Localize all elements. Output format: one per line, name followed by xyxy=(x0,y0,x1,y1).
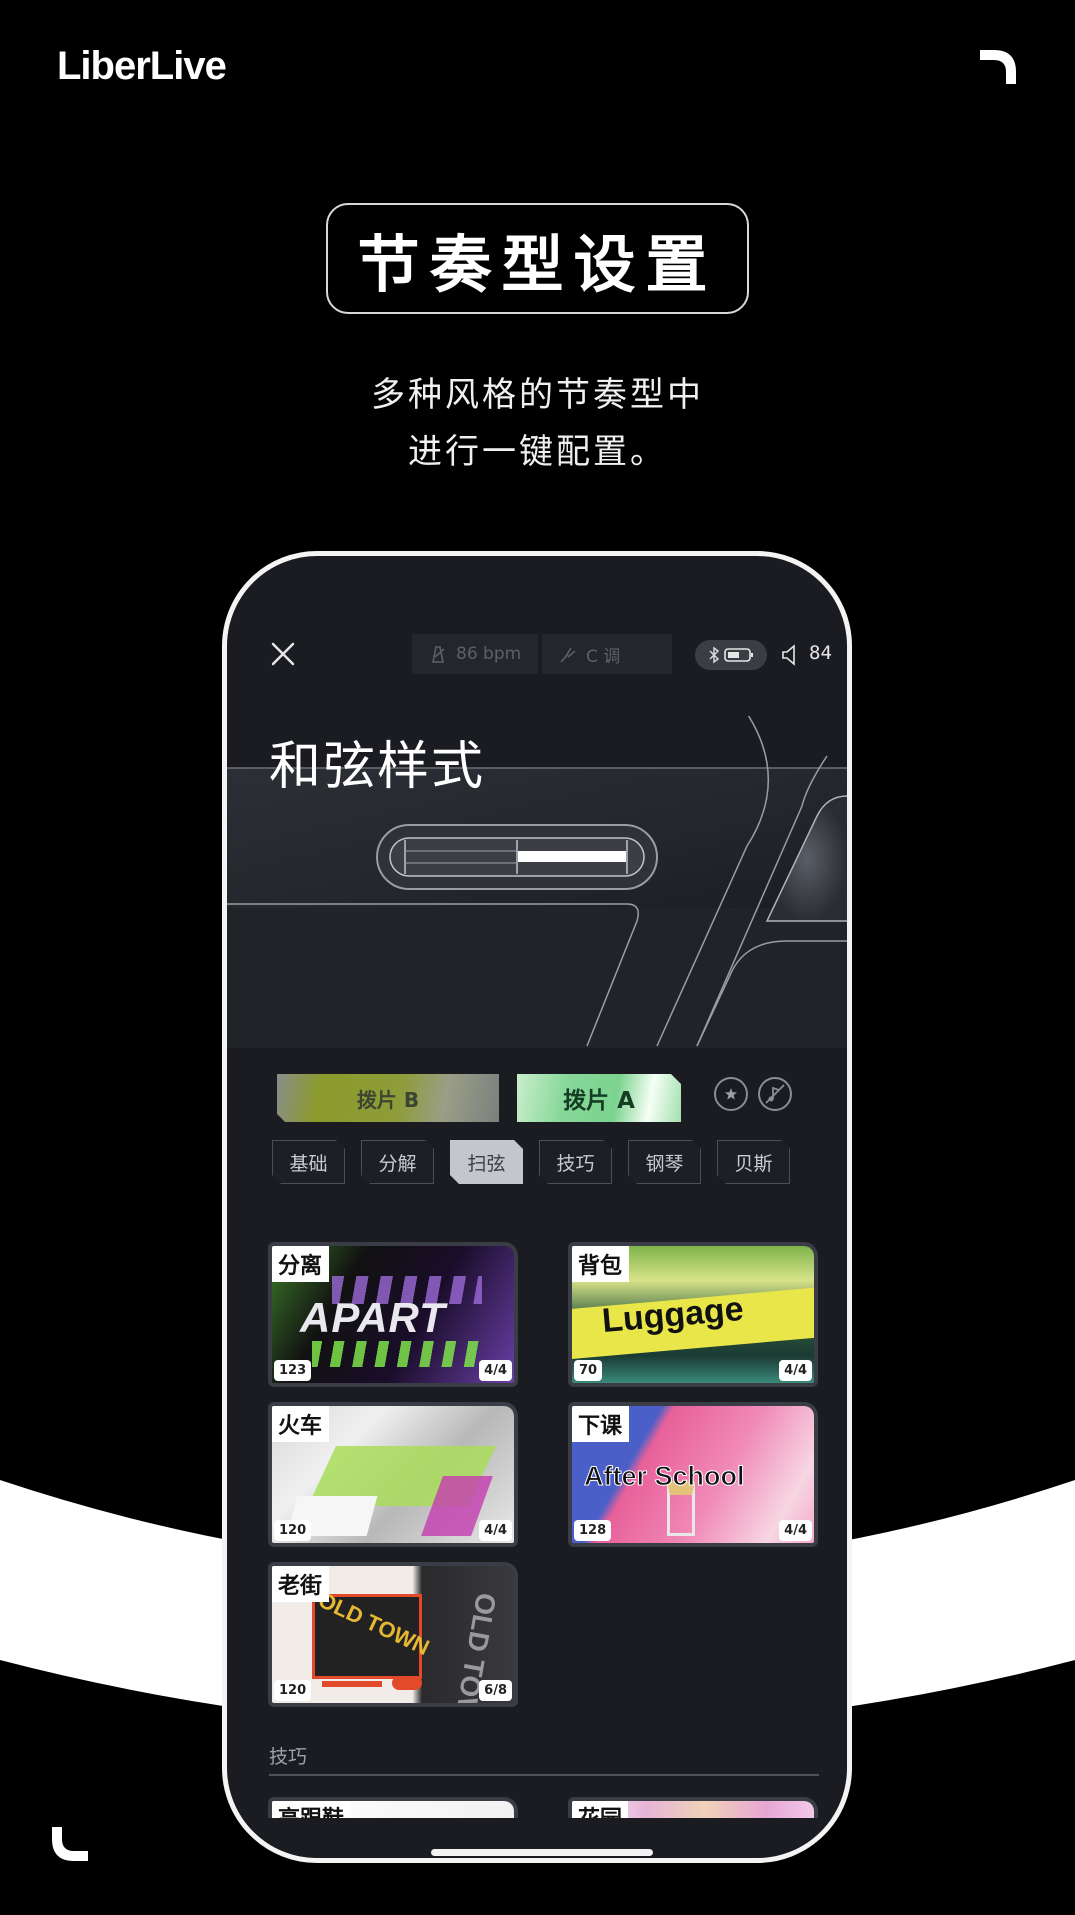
status-bar: 86 bpm C 调 84 xyxy=(227,634,847,678)
card-label: 老街 xyxy=(272,1566,330,1602)
section-divider xyxy=(269,1774,819,1776)
pick-b-button[interactable]: 拨片 B xyxy=(277,1074,499,1122)
card-label: 背包 xyxy=(572,1246,630,1282)
card-time-signature: 4/4 xyxy=(779,1360,812,1381)
tempo-label: 86 bpm xyxy=(456,644,522,664)
tempo-key-group: 86 bpm C 调 xyxy=(412,634,672,674)
card-bpm: 120 xyxy=(274,1520,312,1541)
card-time-signature: 4/4 xyxy=(779,1520,812,1541)
card-art-text: After School xyxy=(584,1461,746,1492)
headline: 节奏型设置 xyxy=(357,227,718,301)
card-label: 下课 xyxy=(572,1406,630,1442)
section-title-technique: 技巧 xyxy=(269,1746,308,1768)
key-button[interactable]: C 调 xyxy=(542,634,672,674)
volume-value: 84 xyxy=(809,642,832,664)
rhythm-card[interactable]: After School 下课 128 4/4 xyxy=(568,1402,818,1547)
tab-basic[interactable]: 基础 xyxy=(272,1140,345,1184)
rhythm-card[interactable]: 火车 120 4/4 xyxy=(268,1402,518,1547)
card-time-signature: 4/4 xyxy=(479,1360,512,1381)
subtitle-line-1: 多种风格的节奏型中 xyxy=(371,375,704,415)
card-bpm: 70 xyxy=(574,1360,603,1381)
battery-icon xyxy=(724,648,753,662)
phone-mockup: 86 bpm C 调 84 和弦样式 拨片 B 拨片 A 基础 分解 扫弦 技巧… xyxy=(222,551,852,1863)
card-bpm: 120 xyxy=(274,1680,312,1701)
card-label: 火车 xyxy=(272,1406,330,1442)
pick-a-button[interactable]: 拨片 A xyxy=(517,1074,681,1122)
star-circle-icon[interactable] xyxy=(714,1077,748,1111)
card-time-signature: 6/8 xyxy=(479,1680,512,1701)
tab-piano[interactable]: 钢琴 xyxy=(628,1140,701,1184)
tuning-fork-icon xyxy=(560,647,576,663)
subtitle: 多种风格的节奏型中 进行一键配置。 xyxy=(0,367,1075,481)
page-title: 和弦样式 xyxy=(269,737,486,797)
close-icon[interactable] xyxy=(267,638,299,670)
tempo-button[interactable]: 86 bpm xyxy=(412,634,538,674)
key-label: C 调 xyxy=(586,646,621,667)
rhythm-card[interactable]: APART 分离 123 4/4 xyxy=(268,1242,518,1387)
home-indicator[interactable] xyxy=(431,1849,653,1856)
brand-logo: LiberLive xyxy=(57,44,227,88)
bluetooth-battery-indicator xyxy=(695,640,767,670)
tab-bass[interactable]: 贝斯 xyxy=(717,1140,790,1184)
pick-selector: 拨片 B 拨片 A xyxy=(277,1074,847,1124)
category-tabs: 基础 分解 扫弦 技巧 钢琴 贝斯 xyxy=(272,1140,790,1184)
speaker-icon[interactable] xyxy=(780,644,800,666)
card-art-text: APART xyxy=(300,1294,446,1341)
card-bpm: 123 xyxy=(274,1360,312,1381)
card-bpm: 128 xyxy=(574,1520,612,1541)
rhythm-card[interactable]: Luggage 背包 70 4/4 xyxy=(568,1242,818,1387)
tab-technique[interactable]: 技巧 xyxy=(539,1140,612,1184)
rhythm-card[interactable]: OLD TOWN OLD TOWN 老街 120 6/8 xyxy=(268,1562,518,1707)
corner-bracket-icon xyxy=(52,1827,88,1861)
subtitle-line-2: 进行一键配置。 xyxy=(408,432,667,472)
corner-bracket-icon xyxy=(980,50,1016,84)
headline-frame: 节奏型设置 xyxy=(326,203,749,314)
card-time-signature: 4/4 xyxy=(479,1520,512,1541)
bluetooth-icon xyxy=(709,646,720,664)
app-screen: 86 bpm C 调 84 和弦样式 拨片 B 拨片 A 基础 分解 扫弦 技巧… xyxy=(227,556,847,1858)
tab-arpeggio[interactable]: 分解 xyxy=(361,1140,434,1184)
metronome-icon xyxy=(432,646,445,663)
tab-strum[interactable]: 扫弦 xyxy=(450,1140,523,1184)
card-label: 分离 xyxy=(272,1246,330,1282)
music-off-icon[interactable] xyxy=(758,1077,792,1111)
